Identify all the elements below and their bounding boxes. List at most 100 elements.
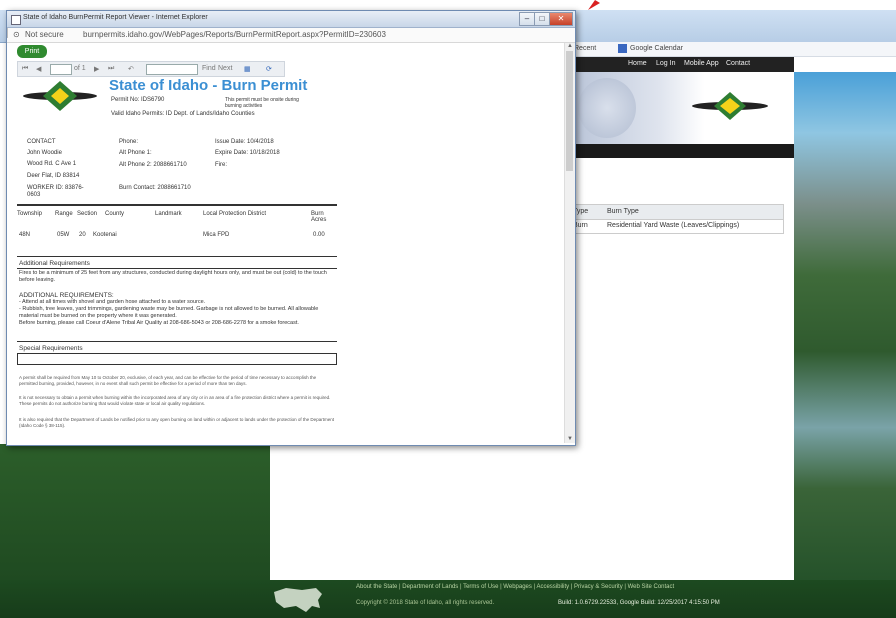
site-nav-bar: Home Log In Mobile App Contact	[570, 57, 794, 72]
calendar-icon	[618, 44, 627, 53]
issue-date: Issue Date: 10/4/2018	[215, 139, 274, 145]
additional-requirements-header: ADDITIONAL REQUIREMENTS:	[19, 292, 114, 299]
burn-permit-logo	[692, 92, 768, 120]
forest-background	[0, 444, 270, 580]
cell-range: 05W	[57, 232, 70, 238]
popup-titlebar[interactable]: State of Idaho BurnPermit Report Viewer …	[7, 11, 575, 28]
table-row[interactable]: Burn Residential Yard Waste (Leaves/Clip…	[570, 219, 784, 234]
print-button[interactable]: Print	[17, 45, 47, 58]
contact-address-2: Deer Flat, ID 83814	[27, 173, 80, 179]
nav-mobile-app[interactable]: Mobile App	[684, 60, 719, 67]
bookmark-google-calendar[interactable]: Google Calendar	[630, 45, 683, 52]
last-page-icon[interactable]: ⏭	[108, 65, 114, 73]
header-burn-type: Burn Type	[607, 208, 639, 215]
col-protection-district: Local Protection District	[203, 211, 267, 217]
footer-copyright: Copyright © 2018 State of Idaho, all rig…	[356, 600, 495, 606]
back-icon[interactable]: ↶	[128, 65, 134, 73]
col-county: County	[105, 211, 125, 217]
page-number-input[interactable]	[50, 64, 72, 75]
permits-table: Type Burn Type Burn Residential Yard Was…	[570, 204, 784, 234]
export-icon[interactable]: ▦	[244, 65, 251, 73]
cell-burn-type: Residential Yard Waste (Leaves/Clippings…	[607, 222, 740, 229]
window-controls: – □ ✕	[519, 12, 573, 26]
bookmarks-bar: Recent Google Calendar	[570, 42, 896, 57]
state-seal-image	[578, 78, 636, 138]
address-separator	[7, 28, 8, 38]
minimize-button[interactable]: –	[519, 12, 535, 26]
permit-subtitle: Valid Idaho Permits: ID Dept. of Lands/I…	[111, 111, 255, 117]
section-divider	[17, 341, 337, 342]
additional-requirements-text: Fires to be a minimum of 25 feet from an…	[19, 270, 327, 283]
find-link[interactable]: Find	[202, 65, 216, 72]
contact-name: John Woodie	[27, 150, 62, 156]
special-requirements-box	[17, 353, 337, 365]
contact-address-1: Wood Rd. C Ave 1	[27, 161, 77, 167]
site-footer: About the State | Department of Lands | …	[0, 580, 896, 618]
section-divider	[17, 204, 337, 206]
next-page-icon[interactable]: ▶	[94, 65, 99, 73]
alt-phone-1: Alt Phone 1:	[119, 150, 152, 156]
additional-requirements-list: - Attend at all times with shovel and ga…	[19, 299, 319, 326]
special-requirements-title: Special Requirements	[19, 345, 83, 352]
address-url[interactable]: burnpermits.idaho.gov/WebPages/Reports/B…	[83, 30, 386, 39]
security-label: Not secure	[25, 30, 64, 39]
fine-print-3: It is also required that the Department …	[19, 417, 334, 428]
col-township: Township	[17, 211, 43, 217]
burn-contact: Burn Contact: 2088661710	[119, 185, 191, 191]
contact-label: CONTACT	[27, 139, 56, 145]
worker-id: WORKER ID: 83876-0603	[27, 185, 84, 198]
scroll-down-icon[interactable]: ▼	[566, 436, 574, 443]
phone-label: Phone:	[119, 139, 139, 145]
permit-title: State of Idaho - Burn Permit	[109, 77, 308, 94]
section-divider	[17, 268, 337, 269]
us-map-icon	[274, 588, 322, 612]
refresh-icon[interactable]: ⟳	[266, 65, 272, 73]
maximize-button[interactable]: □	[534, 12, 550, 26]
cell-section: 20	[79, 232, 86, 238]
page-icon	[11, 15, 21, 25]
scroll-up-icon[interactable]: ▲	[566, 43, 574, 50]
col-range: Range	[55, 211, 73, 217]
section-divider	[17, 256, 337, 257]
nav-contact[interactable]: Contact	[726, 60, 750, 67]
find-next-link[interactable]: Next	[218, 65, 232, 72]
table-header-row: Type Burn Type	[570, 204, 784, 220]
footer-links[interactable]: About the State | Department of Lands | …	[356, 584, 674, 590]
permit-disclaimer: This permit must be onsite during burnin…	[225, 97, 299, 109]
fine-print-2: It is not necessary to obtain a permit w…	[19, 395, 331, 406]
report-toolbar: ⏮ ◀ of 1 ▶ ⏭ ↶ Find Next ▦ ⟳	[17, 61, 285, 77]
fine-print-1: A permit shall be required from May 10 t…	[19, 375, 317, 386]
col-burn-acres: Burn Acres	[311, 211, 327, 223]
nav-login[interactable]: Log In	[656, 60, 675, 67]
address-bar[interactable]: ⊙ Not secure burnpermits.idaho.gov/WebPa…	[7, 28, 575, 43]
nav-home[interactable]: Home	[628, 60, 647, 67]
find-input[interactable]	[146, 64, 198, 75]
burn-permit-document: State of Idaho - Burn Permit Permit No: …	[17, 77, 337, 443]
additional-requirements-title: Additional Requirements	[19, 260, 90, 267]
globe-icon: ⊙	[13, 30, 20, 39]
first-page-icon[interactable]: ⏮	[22, 65, 28, 73]
cell-protection-district: Mica FPD	[203, 232, 230, 238]
fire-label: Fire:	[215, 162, 227, 168]
vertical-scrollbar[interactable]: ▲ ▼	[564, 43, 575, 443]
close-button[interactable]: ✕	[549, 12, 573, 26]
col-section: Section	[77, 211, 98, 217]
permit-number: Permit No: IDS6790	[111, 97, 165, 103]
report-viewer-popup: State of Idaho BurnPermit Report Viewer …	[6, 10, 576, 446]
scroll-thumb[interactable]	[566, 51, 573, 171]
page-count: of 1	[74, 65, 86, 72]
site-banner	[570, 72, 794, 144]
col-landmark: Landmark	[155, 211, 182, 217]
alt-phone-2: Alt Phone 2: 2088661710	[119, 162, 187, 168]
cell-township: 48N	[19, 232, 31, 238]
bookmark-recent[interactable]: Recent	[574, 45, 596, 52]
cell-county: Kootenai	[93, 232, 117, 238]
banner-divider	[570, 144, 794, 158]
expire-date: Expire Date: 10/18/2018	[215, 150, 280, 156]
idaho-lands-logo	[23, 81, 97, 111]
landscape-photo	[794, 72, 896, 580]
prev-page-icon[interactable]: ◀	[36, 65, 41, 73]
desktop-strip	[0, 0, 896, 10]
popup-title: State of Idaho BurnPermit Report Viewer …	[23, 14, 208, 21]
footer-build-info: Build: 1.0.6729.22533, Google Build: 12/…	[558, 600, 720, 606]
